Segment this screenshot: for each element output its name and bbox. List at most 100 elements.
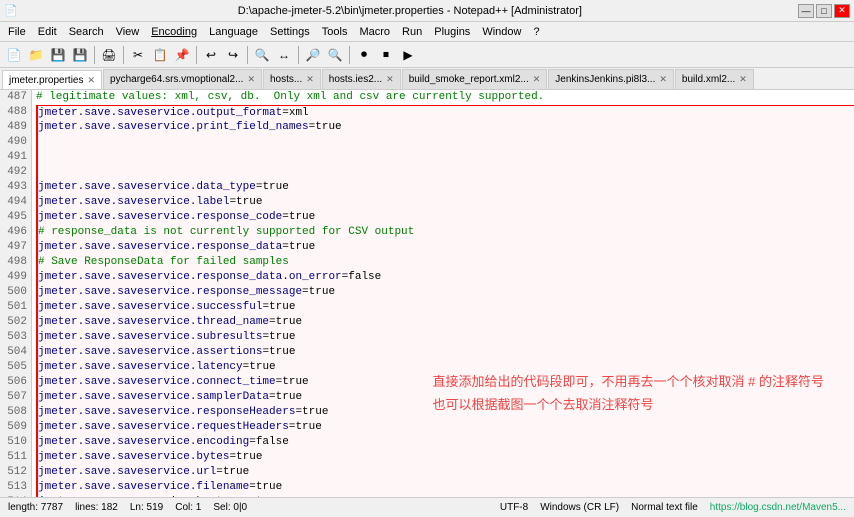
line-num-501: 501 bbox=[4, 300, 27, 315]
zoom-in-button[interactable]: 🔎 bbox=[303, 45, 323, 65]
code-line-506: jmeter.save.saveservice.connect_time=tru… bbox=[36, 375, 854, 390]
line-num-498: 498 bbox=[4, 255, 27, 270]
separator-4 bbox=[247, 46, 248, 64]
menu-item-file[interactable]: File bbox=[2, 24, 32, 40]
line-num-502: 502 bbox=[4, 315, 27, 330]
zoom-out-button[interactable]: 🔍 bbox=[325, 45, 345, 65]
tab-close-4[interactable]: ✕ bbox=[533, 74, 541, 85]
code-line-487: # legitimate values: xml, csv, db. Only … bbox=[36, 90, 854, 105]
line-num-488: 488 bbox=[4, 105, 27, 120]
menu-item-tools[interactable]: Tools bbox=[316, 24, 354, 40]
tab-label-5: JenkinsJenkins.pi8l3... bbox=[555, 74, 655, 85]
tab-3[interactable]: hosts.ies2... ✕ bbox=[322, 69, 401, 89]
separator-3 bbox=[196, 46, 197, 64]
tab-5[interactable]: JenkinsJenkins.pi8l3... ✕ bbox=[548, 69, 674, 89]
tab-1[interactable]: pycharge64.srs.vmoptional2... ✕ bbox=[103, 69, 262, 89]
menu-item-settings[interactable]: Settings bbox=[264, 24, 316, 40]
line-numbers: 4874884894904914924934944954964974984995… bbox=[0, 90, 32, 497]
code-line-512: jmeter.save.saveservice.url=true bbox=[36, 465, 854, 480]
code-line-488: jmeter.save.saveservice.output_format=xm… bbox=[36, 105, 854, 120]
menu-item-search[interactable]: Search bbox=[63, 24, 110, 40]
tab-label-1: pycharge64.srs.vmoptional2... bbox=[110, 74, 243, 85]
code-line-489: jmeter.save.saveservice.print_field_name… bbox=[36, 120, 854, 135]
new-button[interactable]: 📄 bbox=[4, 45, 24, 65]
line-num-514: 514 bbox=[4, 495, 27, 497]
menu-item-run[interactable]: Run bbox=[396, 24, 428, 40]
status-sel: Sel: 0|0 bbox=[213, 502, 247, 513]
menu-item-edit[interactable]: Edit bbox=[32, 24, 63, 40]
status-bar: length: 7787 lines: 182 Ln: 519 Col: 1 S… bbox=[0, 497, 854, 517]
code-line-501: jmeter.save.saveservice.successful=true bbox=[36, 300, 854, 315]
menu-bar: FileEditSearchViewEncodingLanguageSettin… bbox=[0, 22, 854, 42]
code-line-505: jmeter.save.saveservice.latency=true bbox=[36, 360, 854, 375]
tab-close-0[interactable]: ✕ bbox=[87, 75, 95, 86]
print-button[interactable]: 🖨 bbox=[99, 45, 119, 65]
window-controls: — □ ✕ bbox=[798, 4, 850, 18]
code-line-497: jmeter.save.saveservice.response_data=tr… bbox=[36, 240, 854, 255]
code-text-487: # legitimate values: xml, csv, db. Only … bbox=[36, 90, 544, 105]
code-line-494: jmeter.save.saveservice.label=true bbox=[36, 195, 854, 210]
macro-play[interactable]: ▶ bbox=[398, 45, 418, 65]
menu-item-macro[interactable]: Macro bbox=[353, 24, 396, 40]
replace-button[interactable]: ↔ bbox=[274, 45, 294, 65]
editor-container: 4874884894904914924934944954964974984995… bbox=[0, 90, 854, 497]
paste-button[interactable]: 📌 bbox=[172, 45, 192, 65]
cut-button[interactable]: ✂ bbox=[128, 45, 148, 65]
undo-button[interactable]: ↩ bbox=[201, 45, 221, 65]
code-line-500: jmeter.save.saveservice.response_message… bbox=[36, 285, 854, 300]
minimize-button[interactable]: — bbox=[798, 4, 814, 18]
tab-label-3: hosts.ies2... bbox=[329, 74, 382, 85]
status-right: UTF-8 Windows (CR LF) Normal text file h… bbox=[500, 502, 846, 513]
line-num-489: 489 bbox=[4, 120, 27, 135]
tab-4[interactable]: build_smoke_report.xml2...✕ bbox=[402, 69, 548, 89]
window-title: D:\apache-jmeter-5.2\bin\jmeter.properti… bbox=[22, 5, 798, 17]
tab-close-6[interactable]: ✕ bbox=[739, 74, 747, 85]
save-all-button[interactable]: 💾 bbox=[70, 45, 90, 65]
tab-0[interactable]: jmeter.properties✕ bbox=[2, 70, 102, 90]
status-type: Normal text file bbox=[631, 502, 698, 513]
line-num-490: 490 bbox=[4, 135, 27, 150]
save-button[interactable]: 💾 bbox=[48, 45, 68, 65]
status-eol: Windows (CR LF) bbox=[540, 502, 619, 513]
tab-2[interactable]: hosts...✕ bbox=[263, 69, 321, 89]
menu-item-language[interactable]: Language bbox=[203, 24, 264, 40]
code-line-513: jmeter.save.saveservice.filename=true bbox=[36, 480, 854, 495]
code-line-507: jmeter.save.saveservice.samplerData=true bbox=[36, 390, 854, 405]
menu-item-?[interactable]: ? bbox=[527, 24, 545, 40]
macro-stop[interactable]: ⏹ bbox=[376, 45, 396, 65]
code-text-498: # Save ResponseData for failed samples bbox=[38, 255, 289, 270]
code-line-503: jmeter.save.saveservice.subresults=true bbox=[36, 330, 854, 345]
find-button[interactable]: 🔍 bbox=[252, 45, 272, 65]
separator-2 bbox=[123, 46, 124, 64]
code-line-499: jmeter.save.saveservice.response_data.on… bbox=[36, 270, 854, 285]
tab-close-2[interactable]: ✕ bbox=[306, 74, 314, 85]
code-content: # legitimate values: xml, csv, db. Only … bbox=[36, 90, 854, 497]
tab-6[interactable]: build.xml2... ✕ bbox=[675, 69, 754, 89]
separator-6 bbox=[349, 46, 350, 64]
code-text-496: # response_data is not currently support… bbox=[38, 225, 414, 240]
code-area[interactable]: # legitimate values: xml, csv, db. Only … bbox=[32, 90, 854, 497]
menu-item-plugins[interactable]: Plugins bbox=[428, 24, 476, 40]
copy-button[interactable]: 📋 bbox=[150, 45, 170, 65]
maximize-button[interactable]: □ bbox=[816, 4, 832, 18]
menu-item-view[interactable]: View bbox=[110, 24, 146, 40]
code-line-511: jmeter.save.saveservice.bytes=true bbox=[36, 450, 854, 465]
line-num-503: 503 bbox=[4, 330, 27, 345]
tab-close-5[interactable]: ✕ bbox=[659, 74, 667, 85]
tab-label-6: build.xml2... bbox=[682, 74, 735, 85]
tab-close-1[interactable]: ✕ bbox=[247, 74, 255, 85]
line-num-494: 494 bbox=[4, 195, 27, 210]
open-button[interactable]: 📁 bbox=[26, 45, 46, 65]
line-num-487: 487 bbox=[4, 90, 27, 105]
menu-item-encoding[interactable]: Encoding bbox=[145, 24, 203, 40]
status-lines: lines: 182 bbox=[75, 502, 118, 513]
line-num-493: 493 bbox=[4, 180, 27, 195]
line-num-500: 500 bbox=[4, 285, 27, 300]
close-button[interactable]: ✕ bbox=[834, 4, 850, 18]
line-num-499: 499 bbox=[4, 270, 27, 285]
line-num-492: 492 bbox=[4, 165, 27, 180]
tab-close-3[interactable]: ✕ bbox=[386, 74, 394, 85]
menu-item-window[interactable]: Window bbox=[476, 24, 527, 40]
redo-button[interactable]: ↪ bbox=[223, 45, 243, 65]
macro-record[interactable]: ⏺ bbox=[354, 45, 374, 65]
